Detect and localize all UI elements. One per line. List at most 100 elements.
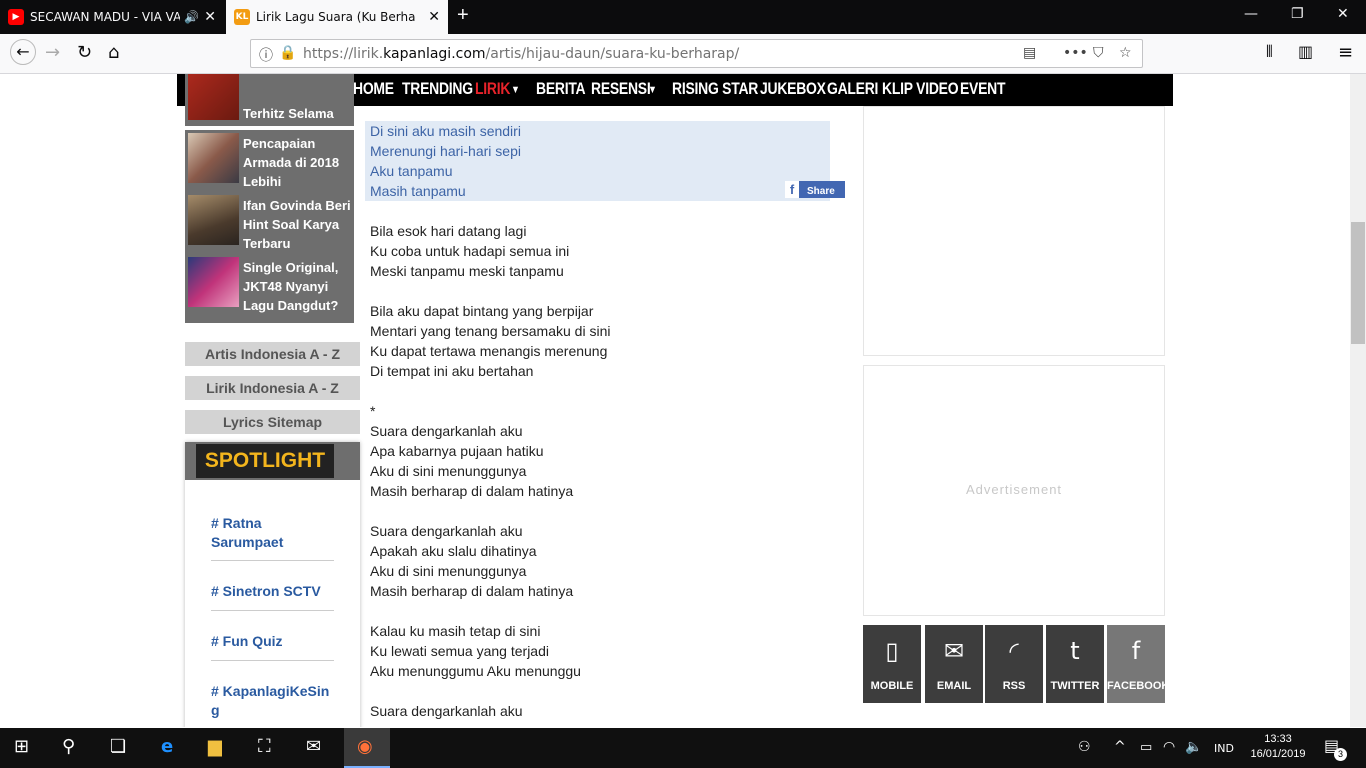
close-window-icon[interactable]: ✕ xyxy=(1337,6,1349,22)
rss-icon: ◜ xyxy=(1009,637,1019,665)
lock-icon[interactable]: 🔒 xyxy=(279,45,296,61)
bookmark-star-icon[interactable]: ☆ xyxy=(1119,45,1132,61)
close-tab-icon[interactable]: ✕ xyxy=(204,9,216,25)
battery-icon[interactable]: ▭ xyxy=(1140,740,1152,755)
lyric-line: Di sini aku masih sendiri xyxy=(370,123,521,139)
page-actions-icon[interactable]: ••• xyxy=(1063,45,1088,61)
tab-youtube[interactable]: ▶ SECAWAN MADU - VIA VALL 🔊 ✕ xyxy=(0,0,224,34)
social-mobile-button[interactable]: ▯ MOBILE xyxy=(863,625,921,703)
social-rss-button[interactable]: ◜ RSS xyxy=(985,625,1043,703)
store-icon[interactable]: ⛶ xyxy=(258,736,271,757)
lirik-indonesia-button[interactable]: Lirik Indonesia A - Z xyxy=(185,376,360,400)
spotlight-link[interactable]: # Ratna Sarumpaet xyxy=(211,514,335,552)
scrollbar-thumb[interactable] xyxy=(1351,222,1365,344)
edge-icon[interactable]: e xyxy=(161,736,173,757)
artis-indonesia-button[interactable]: Artis Indonesia A - Z xyxy=(185,342,360,366)
menu-berita[interactable]: BERITA xyxy=(536,79,586,99)
navigation-bar: ← → ↻ ⌂ ⓘ 🔒 https://lirik.kapanlagi.com/… xyxy=(0,34,1366,74)
firefox-icon: ◉ xyxy=(357,736,373,757)
news-item[interactable]: Pencapaian Armada di 2018 Lebihi xyxy=(185,130,354,192)
clock[interactable]: 13:33 16/01/2019 xyxy=(1246,732,1310,762)
news-thumbnail xyxy=(188,74,239,120)
spotlight-title: SPOTLIGHT xyxy=(196,444,334,478)
spotlight-link[interactable]: # Sinetron SCTV xyxy=(211,582,335,601)
menu-jukebox[interactable]: JUKEBOX xyxy=(760,79,826,99)
url-bar[interactable]: ⓘ 🔒 https://lirik.kapanlagi.com/artis/hi… xyxy=(250,39,1143,68)
reload-icon[interactable]: ↻ xyxy=(77,42,92,63)
info-icon[interactable]: ⓘ xyxy=(259,45,273,65)
search-icon[interactable]: ⚲ xyxy=(62,736,75,757)
news-title: Single Original, JKT48 Nyanyi Lagu Dangd… xyxy=(243,260,339,313)
menu-icon[interactable]: ≡ xyxy=(1338,42,1353,63)
news-item[interactable]: Single Original, JKT48 Nyanyi Lagu Dangd… xyxy=(185,254,354,323)
back-icon[interactable]: ← xyxy=(10,39,36,65)
spotlight-link[interactable]: # KapanlagiKeSing xyxy=(211,682,335,720)
lyric-line: Ku lewati semua yang terjadi xyxy=(370,643,549,659)
lyric-line: Apakah aku slalu dihatinya xyxy=(370,543,537,559)
wifi-icon[interactable]: ◠ xyxy=(1163,739,1175,755)
social-label: TWITTER xyxy=(1050,680,1100,692)
page-scrollbar[interactable] xyxy=(1350,74,1366,727)
task-view-icon[interactable]: ❏ xyxy=(110,736,126,757)
sidebar-icon[interactable]: ▥ xyxy=(1298,42,1313,61)
spotlight-box: SPOTLIGHT # Ratna Sarumpaet # Sinetron S… xyxy=(185,442,360,727)
library-icon[interactable]: ⫴ xyxy=(1266,42,1273,62)
minimize-icon[interactable]: — xyxy=(1244,6,1258,22)
firefox-taskbar-button[interactable]: ◉ xyxy=(344,728,390,768)
people-icon[interactable]: ⚇ xyxy=(1078,739,1091,755)
forward-icon[interactable]: → xyxy=(45,42,60,63)
home-icon[interactable]: ⌂ xyxy=(108,42,119,63)
menu-klip-video[interactable]: KLIP VIDEO xyxy=(882,79,959,99)
ad-slot: Advertisement xyxy=(863,365,1165,616)
language-indicator[interactable]: IND xyxy=(1214,742,1234,755)
social-label: EMAIL xyxy=(936,680,972,692)
social-twitter-button[interactable]: t TWITTER xyxy=(1046,625,1104,703)
social-facebook-button[interactable]: f FACEBOOK xyxy=(1107,625,1170,703)
file-explorer-icon[interactable]: ▆ xyxy=(208,736,222,757)
menu-lirik[interactable]: LIRIK xyxy=(475,79,510,99)
menu-resensi[interactable]: RESENSI xyxy=(591,79,651,99)
news-item[interactable]: Terhitz Selama xyxy=(185,74,354,126)
web-page: HOME TRENDING LIRIK ▼ BERITA RESENSI ▼ R… xyxy=(0,74,1350,727)
menu-event[interactable]: EVENT xyxy=(960,79,1006,99)
social-label: FACEBOOK xyxy=(1107,680,1170,692)
lyric-line: Ku dapat tertawa menangis merenung xyxy=(370,343,608,359)
close-tab-icon[interactable]: ✕ xyxy=(428,9,440,25)
facebook-share-button[interactable]: f Share xyxy=(785,181,845,198)
facebook-icon: f xyxy=(785,181,799,198)
social-email-button[interactable]: ✉ EMAIL xyxy=(925,625,983,703)
tab-strip: ▶ SECAWAN MADU - VIA VALL 🔊 ✕ KL Lirik L… xyxy=(0,0,1366,34)
divider xyxy=(211,560,334,561)
reader-view-icon[interactable]: ▤ xyxy=(1023,45,1036,61)
lyric-line: Kalau ku masih tetap di sini xyxy=(370,623,541,639)
chevron-up-icon[interactable]: ^ xyxy=(1114,739,1126,755)
menu-home[interactable]: HOME xyxy=(353,79,394,99)
menu-galeri[interactable]: GALERI xyxy=(827,79,878,99)
dropdown-arrow-icon[interactable]: ▼ xyxy=(648,84,657,96)
pocket-icon[interactable]: ⛉ xyxy=(1093,45,1104,61)
new-tab-icon[interactable]: + xyxy=(457,4,469,27)
spotlight-link[interactable]: # Fun Quiz xyxy=(211,632,335,651)
news-thumbnail xyxy=(188,257,239,307)
lyric-line: Di tempat ini aku bertahan xyxy=(370,363,534,379)
ad-label: Advertisement xyxy=(965,482,1063,497)
volume-icon[interactable]: 🔈 xyxy=(1185,739,1202,755)
tab-title: Lirik Lagu Suara (Ku Berharap) - xyxy=(256,10,416,24)
dropdown-arrow-icon[interactable]: ▼ xyxy=(511,84,520,96)
speaker-icon[interactable]: 🔊 xyxy=(184,10,199,24)
menu-rising-star[interactable]: RISING STAR xyxy=(672,79,758,99)
url-text[interactable]: https://lirik.kapanlagi.com/artis/hijau-… xyxy=(303,46,739,62)
news-item[interactable]: Ifan Govinda Beri Hint Soal Karya Terbar… xyxy=(185,192,354,254)
lyric-line: Aku tanpamu xyxy=(370,163,453,179)
ad-slot xyxy=(863,106,1165,356)
restore-icon[interactable]: ❐ xyxy=(1291,6,1304,22)
clock-time: 13:33 xyxy=(1264,733,1292,745)
notification-count: 3 xyxy=(1334,748,1347,761)
lyric-line: Ku coba untuk hadapi semua ini xyxy=(370,243,570,259)
tab-kapanlagi[interactable]: KL Lirik Lagu Suara (Ku Berharap) - ✕ xyxy=(226,0,448,34)
news-title: Ifan Govinda Beri Hint Soal Karya Terbar… xyxy=(243,198,351,251)
lyrics-sitemap-button[interactable]: Lyrics Sitemap xyxy=(185,410,360,434)
menu-trending[interactable]: TRENDING xyxy=(402,79,473,99)
mail-icon[interactable]: ✉ xyxy=(306,736,321,757)
windows-start-icon[interactable]: ⊞ xyxy=(14,736,29,757)
